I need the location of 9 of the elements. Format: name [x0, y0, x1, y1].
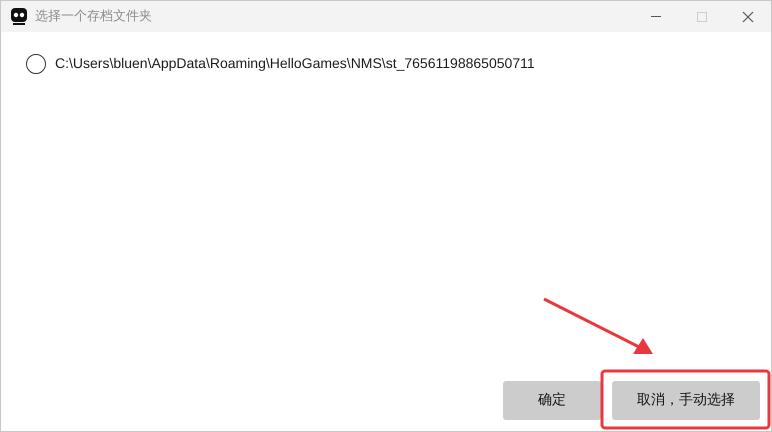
radio-button[interactable]: [26, 54, 46, 74]
maximize-icon: [697, 12, 707, 22]
close-icon: [742, 10, 754, 22]
window-title: 选择一个存档文件夹: [35, 8, 152, 26]
minimize-icon: [651, 16, 661, 18]
cancel-button[interactable]: 取消，手动选择: [612, 381, 760, 420]
confirm-button[interactable]: 确定: [503, 381, 601, 420]
app-icon: [11, 8, 27, 26]
folder-path-label: C:\Users\bluen\AppData\Roaming\HelloGames\NMS\st_76561198865050711: [55, 54, 535, 73]
